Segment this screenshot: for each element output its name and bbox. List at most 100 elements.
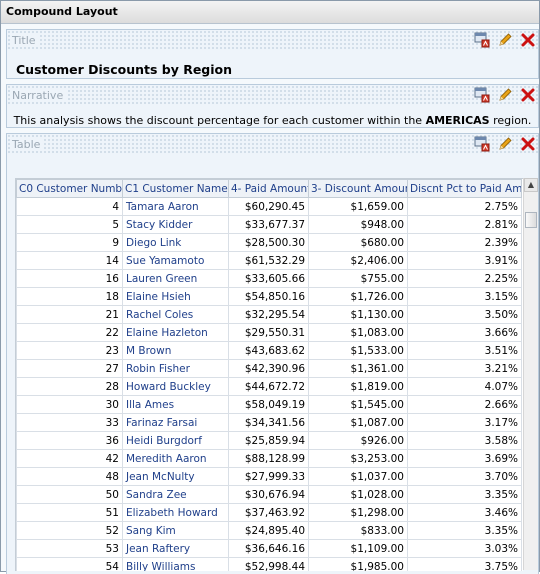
customer-name-cell[interactable]: Sang Kim (122, 521, 229, 540)
format-view-icon[interactable] (474, 32, 490, 48)
table-cell: 2.39% (407, 233, 522, 252)
column-header[interactable]: C1 Customer Name (122, 179, 229, 198)
table-row: 14 Sue Yamamoto $61,532.29 $2,406.00 3.91% (16, 251, 522, 270)
table-row: 42 Meredith Aaron $88,128.99 $3,253.00 3.69% (16, 449, 522, 468)
customer-name-cell[interactable]: Rachel Coles (122, 305, 229, 324)
narrative-text: This analysis shows the discount percent… (13, 114, 532, 127)
customer-name-cell[interactable]: Billy Williams (122, 557, 229, 571)
table-cell: $1,028.00 (308, 485, 408, 504)
table-cell: 5 (16, 215, 123, 234)
column-header[interactable]: 3- Discount Amount (308, 179, 408, 198)
table-cell: 54 (16, 557, 123, 571)
report-title: Customer Discounts by Region (16, 62, 233, 77)
table-row: 51 Elizabeth Howard $37,463.92 $1,298.00 3.4… (16, 503, 522, 522)
table-cell: $1,037.00 (308, 467, 408, 486)
table-row: 22 Elaine Hazleton $29,550.31 $1,083.00 3.66… (16, 323, 522, 342)
section-header-bar (7, 30, 538, 50)
table-cell: $1,819.00 (308, 377, 408, 396)
table-row: 9 Diego Link $28,500.30 $680.00 2.39% (16, 233, 522, 252)
format-view-icon[interactable] (474, 87, 490, 103)
table-cell: 50 (16, 485, 123, 504)
table-cell: $60,290.45 (228, 197, 309, 216)
format-view-icon[interactable] (474, 136, 490, 152)
customer-name-cell[interactable]: Lauren Green (122, 269, 229, 288)
column-header[interactable]: C0 Customer Number (16, 179, 123, 198)
table-cell: 3.17% (407, 413, 522, 432)
table-cell: 42 (16, 449, 123, 468)
customer-name-cell[interactable]: Tamara Aaron (122, 197, 229, 216)
table-cell: 30 (16, 395, 123, 414)
table-cell: $1,545.00 (308, 395, 408, 414)
customer-name-cell[interactable]: Sue Yamamoto (122, 251, 229, 270)
title-section-toolbar (474, 31, 536, 49)
table-cell: 27 (16, 359, 123, 378)
table-row: 30 Illa Ames $58,049.19 $1,545.00 2.66% (16, 395, 522, 414)
table-cell: $61,532.29 (228, 251, 309, 270)
customer-name-cell[interactable]: Jean Raftery (122, 539, 229, 558)
customer-name-cell[interactable]: Heidi Burgdorf (122, 431, 229, 450)
table-row: 52 Sang Kim $24,895.40 $833.00 3.35% (16, 521, 522, 540)
scroll-thumb[interactable] (525, 212, 537, 228)
table-cell: $1,083.00 (308, 323, 408, 342)
customer-name-cell[interactable]: Stacy Kidder (122, 215, 229, 234)
customer-name-cell[interactable]: Howard Buckley (122, 377, 229, 396)
edit-pencil-icon[interactable] (497, 87, 513, 103)
delete-x-icon[interactable] (520, 87, 536, 103)
table-cell: $37,463.92 (228, 503, 309, 522)
column-header[interactable]: Discnt Pct to Paid Amt (407, 179, 522, 198)
table-cell: 4 (16, 197, 123, 216)
table-cell: 3.91% (407, 251, 522, 270)
delete-x-icon[interactable] (520, 136, 536, 152)
edit-pencil-icon[interactable] (497, 136, 513, 152)
column-header[interactable]: 4- Paid Amount (228, 179, 309, 198)
table-cell: 53 (16, 539, 123, 558)
customer-name-cell[interactable]: M Brown (122, 341, 229, 360)
customer-name-cell[interactable]: Jean McNulty (122, 467, 229, 486)
customer-name-cell[interactable]: Elaine Hsieh (122, 287, 229, 306)
customer-discount-table: C0 Customer Number C1 Customer Name 4- P… (16, 179, 522, 571)
table-cell: $1,087.00 (308, 413, 408, 432)
table-cell: $1,361.00 (308, 359, 408, 378)
compound-layout-panel: Compound Layout Title Customer Discounts… (0, 0, 540, 574)
customer-name-cell[interactable]: Sandra Zee (122, 485, 229, 504)
customer-name-cell[interactable]: Elaine Hazleton (122, 323, 229, 342)
table-cell: $1,985.00 (308, 557, 408, 571)
table-row: 4 Tamara Aaron $60,290.45 $1,659.00 2.75% (16, 197, 522, 216)
table-cell: 3.70% (407, 467, 522, 486)
table-cell: $54,850.16 (228, 287, 309, 306)
delete-x-icon[interactable] (520, 32, 536, 48)
edit-pencil-icon[interactable] (497, 32, 513, 48)
table-cell: $32,295.54 (228, 305, 309, 324)
customer-name-cell[interactable]: Robin Fisher (122, 359, 229, 378)
table-row: 18 Elaine Hsieh $54,850.16 $1,726.00 3.15% (16, 287, 522, 306)
customer-name-cell[interactable]: Meredith Aaron (122, 449, 229, 468)
table-cell: 2.66% (407, 395, 522, 414)
table-cell: $88,128.99 (228, 449, 309, 468)
table-row: 50 Sandra Zee $30,676.94 $1,028.00 3.35% (16, 485, 522, 504)
table-cell: 21 (16, 305, 123, 324)
table-cell: 48 (16, 467, 123, 486)
table-cell: 36 (16, 431, 123, 450)
customer-name-cell[interactable]: Elizabeth Howard (122, 503, 229, 522)
table-cell: $52,998.44 (228, 557, 309, 571)
table-cell: $1,659.00 (308, 197, 408, 216)
table-cell: 52 (16, 521, 123, 540)
table-section-toolbar (474, 135, 536, 153)
scroll-up-button[interactable]: ▲ (524, 178, 538, 192)
customer-name-cell[interactable]: Illa Ames (122, 395, 229, 414)
vertical-scrollbar[interactable]: ▲ (523, 178, 538, 570)
table-cell: 3.58% (407, 431, 522, 450)
table-cell: 33 (16, 413, 123, 432)
table-cell: $755.00 (308, 269, 408, 288)
customer-name-cell[interactable]: Diego Link (122, 233, 229, 252)
customer-name-cell[interactable]: Farinaz Farsai (122, 413, 229, 432)
table-row: 48 Jean McNulty $27,999.33 $1,037.00 3.70% (16, 467, 522, 486)
table-cell: $2,406.00 (308, 251, 408, 270)
table-cell: $33,605.66 (228, 269, 309, 288)
narrative-section: Narrative This analysis shows the discou… (6, 84, 539, 128)
table-cell: $44,672.72 (228, 377, 309, 396)
table-row: 23 M Brown $43,683.62 $1,533.00 3.51% (16, 341, 522, 360)
table-cell: 3.69% (407, 449, 522, 468)
compound-layout-title: Compound Layout (6, 5, 118, 18)
table-cell: $29,550.31 (228, 323, 309, 342)
